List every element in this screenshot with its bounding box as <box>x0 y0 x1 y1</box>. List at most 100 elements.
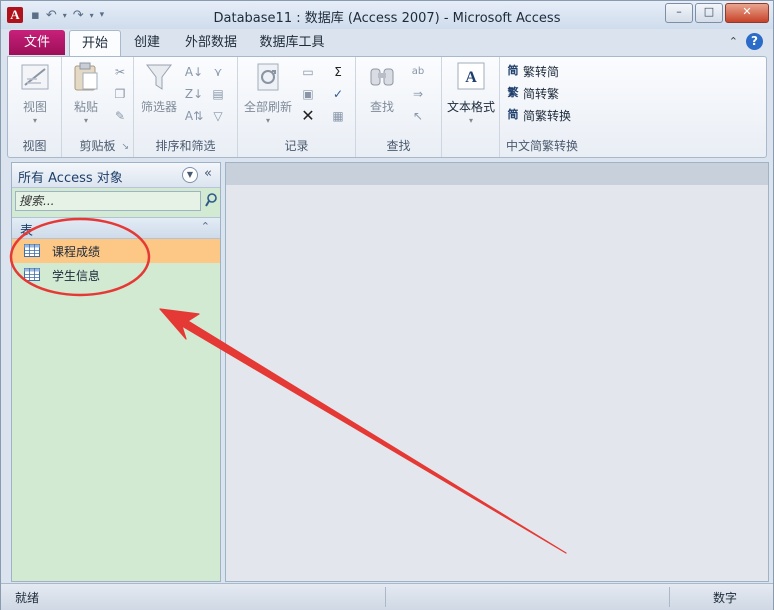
tab-home[interactable]: 开始 <box>69 30 121 56</box>
format-painter-icon[interactable]: ✎ <box>110 107 130 125</box>
binoculars-icon <box>370 68 394 86</box>
svg-text:A: A <box>465 69 477 86</box>
status-divider <box>385 587 386 607</box>
clear-sort-icon[interactable]: A⇅ <box>184 107 204 125</box>
simp-to-trad-label: 简转繁 <box>523 86 560 101</box>
close-button[interactable]: ✕ <box>725 3 769 23</box>
ribbon: 视图 ▾ 视图 粘贴 ▾ ✂ ❐ ✎ 剪贴板 ↘ 筛选器 A↓ Z↓ A⇅ ⋎ … <box>7 56 767 158</box>
text-format-icon: A <box>457 62 485 90</box>
minimize-button[interactable]: – <box>665 3 693 23</box>
copy-icon[interactable]: ❐ <box>110 85 130 103</box>
view-dropdown-icon: ▾ <box>32 116 37 125</box>
collapse-category-icon[interactable]: ⌃ <box>201 220 210 233</box>
status-bar: 就绪 数字 <box>1 583 773 610</box>
table-icon <box>24 268 40 281</box>
category-tables-header[interactable]: 表 ⌃ <box>12 217 220 239</box>
clipboard-launcher-icon[interactable]: ↘ <box>121 142 129 152</box>
trad-to-simp-label: 繁转简 <box>523 64 560 79</box>
filter-label: 筛选器 <box>140 100 177 114</box>
help-icon[interactable]: ? <box>746 33 763 50</box>
nav-menu-dropdown-icon[interactable]: ▼ <box>182 167 198 183</box>
simp-trad-convert-label: 简繁转换 <box>523 108 572 123</box>
group-label-view: 视图 <box>22 139 47 153</box>
delete-record-icon[interactable]: ✕ <box>298 107 318 125</box>
tab-external-data[interactable]: 外部数据 <box>179 30 243 55</box>
nav-title: 所有 Access 对象 <box>18 171 123 186</box>
trad-to-simp-button[interactable]: 简 繁转简 <box>506 61 560 81</box>
trad-to-simp-icon: 简 <box>507 64 519 77</box>
minimize-ribbon-icon[interactable]: ⌃ <box>729 35 738 48</box>
refresh-dropdown-icon: ▾ <box>265 116 270 125</box>
goto-icon[interactable]: ⇒ <box>408 85 428 103</box>
title-bar: A ▪ ↶ ▾ ↷ ▾ ▾ Database11 : 数据库 (Access 2… <box>1 1 773 29</box>
search-icon[interactable] <box>204 192 218 208</box>
find-label: 查找 <box>369 100 394 114</box>
find-button[interactable]: 查找 <box>362 61 402 115</box>
group-find: 查找 ab ⇒ ↖ 查找 <box>356 57 442 157</box>
navigation-pane: 所有 Access 对象 ▼ « 搜索... 表 ⌃ 课程成绩 学生信息 <box>11 162 221 582</box>
view-icon <box>21 64 49 90</box>
totals-icon[interactable]: Σ <box>328 63 348 81</box>
group-chinese-conversion: 简 繁转简 繁 简转繁 简 简繁转换 中文简繁转换 <box>500 57 584 157</box>
status-divider <box>669 587 670 607</box>
tab-file[interactable]: 文件 <box>9 30 65 55</box>
category-title: 表 <box>20 224 34 239</box>
window-title: Database11 : 数据库 (Access 2007) - Microso… <box>213 11 561 26</box>
more-records-icon[interactable]: ▦ <box>328 107 348 125</box>
refresh-all-button[interactable]: 全部刷新 ▾ <box>242 61 294 125</box>
simp-trad-convert-button[interactable]: 简 简繁转换 <box>506 105 572 125</box>
nav-header[interactable]: 所有 Access 对象 ▼ « <box>12 163 220 188</box>
group-text-format: A 文本格式 ▾ <box>442 57 500 157</box>
view-button[interactable]: 视图 ▾ <box>14 61 56 125</box>
table-icon <box>24 244 40 257</box>
refresh-all-icon <box>257 63 279 91</box>
text-format-dropdown-icon: ▾ <box>468 116 473 125</box>
simp-to-trad-button[interactable]: 繁 简转繁 <box>506 83 560 103</box>
nav-item-label: 学生信息 <box>52 269 101 283</box>
tab-row-icons: ⌃ ? <box>729 33 763 50</box>
filter-button[interactable]: 筛选器 <box>138 61 180 115</box>
tab-create[interactable]: 创建 <box>125 30 169 55</box>
ribbon-tabs: 文件 开始 创建 外部数据 数据库工具 ⌃ ? <box>1 29 773 57</box>
simp-trad-convert-icon: 简 <box>507 108 519 121</box>
refresh-all-label: 全部刷新 <box>243 100 292 114</box>
advanced-filter-icon[interactable]: ▤ <box>208 85 228 103</box>
new-record-icon[interactable]: ▭ <box>298 63 318 81</box>
maximize-button[interactable]: □ <box>695 3 723 23</box>
nav-item-student-info[interactable]: 学生信息 <box>12 263 220 287</box>
filter-icon <box>146 64 172 90</box>
app-window: A ▪ ↶ ▾ ↷ ▾ ▾ Database11 : 数据库 (Access 2… <box>0 0 774 610</box>
paste-label: 粘贴 <box>73 100 98 114</box>
group-label-find: 查找 <box>386 139 411 153</box>
shutter-bar-collapse-icon[interactable]: « <box>204 166 212 181</box>
document-work-area <box>225 162 769 582</box>
nav-item-label: 课程成绩 <box>52 245 101 259</box>
group-label-records: 记录 <box>284 139 309 153</box>
paste-icon <box>74 62 98 91</box>
nav-item-course-grades[interactable]: 课程成绩 <box>12 239 220 263</box>
sort-descending-icon[interactable]: Z↓ <box>184 85 204 103</box>
spelling-icon[interactable]: ✓ <box>328 85 348 103</box>
cut-icon[interactable]: ✂ <box>110 63 130 81</box>
simp-to-trad-icon: 繁 <box>507 86 519 99</box>
nav-search-input[interactable]: 搜索... <box>15 191 201 211</box>
selection-filter-icon[interactable]: ⋎ <box>208 63 228 81</box>
replace-icon[interactable]: ab <box>408 63 428 81</box>
save-record-icon[interactable]: ▣ <box>298 85 318 103</box>
tab-database-tools[interactable]: 数据库工具 <box>253 30 331 55</box>
group-view: 视图 ▾ 视图 <box>8 57 62 157</box>
text-format-button[interactable]: A 文本格式 ▾ <box>444 61 498 125</box>
sort-ascending-icon[interactable]: A↓ <box>184 63 204 81</box>
document-tab-strip <box>226 163 768 185</box>
text-format-label: 文本格式 <box>446 100 495 114</box>
status-num-lock: 数字 <box>713 591 738 605</box>
group-label-chinese: 中文简繁转换 <box>505 139 578 153</box>
toggle-filter-icon[interactable]: ▽ <box>208 107 228 125</box>
select-icon[interactable]: ↖ <box>408 107 428 125</box>
group-clipboard: 粘贴 ▾ ✂ ❐ ✎ 剪贴板 ↘ <box>62 57 134 157</box>
paste-dropdown-icon: ▾ <box>83 116 88 125</box>
group-records: 全部刷新 ▾ ▭ ▣ ✕ Σ ✓ ▦ 记录 <box>238 57 356 157</box>
paste-button[interactable]: 粘贴 ▾ <box>68 61 104 125</box>
window-controls: – □ ✕ <box>663 3 769 23</box>
group-sort-filter: 筛选器 A↓ Z↓ A⇅ ⋎ ▤ ▽ 排序和筛选 <box>134 57 238 157</box>
